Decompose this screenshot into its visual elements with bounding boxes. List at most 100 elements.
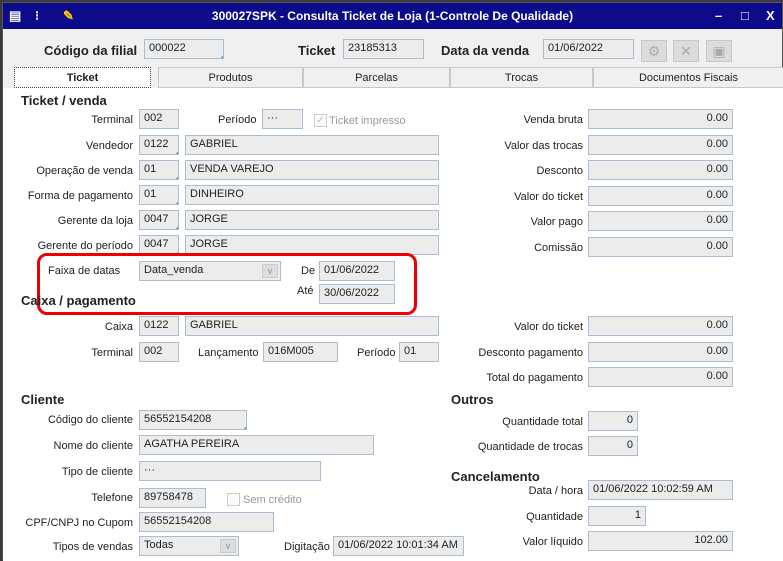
cancel-qtd-input[interactable]: 1 (588, 506, 646, 526)
cpf-label: CPF/CNPJ no Cupom (25, 517, 133, 529)
code-input[interactable]: 0047 (139, 235, 179, 255)
valor-liquido-label: Valor líquido (522, 536, 583, 548)
tipos-vendas-label: Tipos de vendas (52, 541, 133, 553)
tab-documentos-fiscais[interactable]: Documentos Fiscais (593, 67, 783, 88)
caixa-terminal-label: Terminal (91, 347, 133, 359)
digitacao-label: Digitação (284, 541, 330, 553)
field-label: Forma de pagamento (27, 190, 133, 202)
code-input[interactable]: 0122 (139, 135, 179, 155)
tipos-vendas-select[interactable]: Todas ∨ (139, 536, 239, 556)
valor-label: Valor do ticket (514, 190, 583, 203)
cancel-button[interactable]: ✕ (673, 40, 699, 62)
ticket-impresso-label: Ticket impresso (329, 115, 406, 127)
caixa-code-input[interactable]: 0122 (139, 316, 179, 336)
pagamento-input[interactable]: 0.00 (588, 341, 733, 362)
codigo-cliente-input[interactable]: 56552154208 (139, 410, 247, 430)
cancel-data-input[interactable]: 01/06/2022 10:02:59 AM (588, 480, 733, 500)
section-cliente: Cliente (21, 392, 65, 407)
name-input[interactable]: VENDA VAREJO (185, 160, 439, 180)
qtd-trocas-label: Quantidade de trocas (477, 441, 583, 453)
ticket-input[interactable]: 23185313 (343, 39, 424, 59)
section-ticket-venda: Ticket / venda (21, 93, 107, 108)
save-button[interactable]: ▣ (706, 40, 732, 62)
valor-label: Venda bruta (523, 114, 583, 126)
sem-credito-checkbox[interactable] (227, 493, 240, 506)
window-title: 300027SPK - Consulta Ticket de Loja (1-C… (211, 9, 574, 23)
field-label: Vendedor (85, 140, 133, 152)
section-caixa: Caixa / pagamento (21, 293, 136, 308)
cpf-input[interactable]: 56552154208 (139, 512, 274, 532)
valor-label: Valor pago (530, 216, 583, 228)
code-input[interactable]: 0047 (139, 210, 179, 230)
field-label: Gerente da loja (57, 215, 133, 227)
codigo-cliente-label: Código do cliente (47, 414, 133, 426)
periodo-label: Período (218, 114, 257, 126)
maximize-button[interactable]: □ (741, 8, 749, 23)
pagamento-input[interactable]: 0.00 (588, 367, 733, 387)
minimize-button[interactable]: – (715, 8, 722, 23)
lancamento-input[interactable]: 016M005 (263, 342, 338, 362)
nome-cliente-label: Nome do cliente (53, 440, 134, 452)
valor-input[interactable]: 0.00 (588, 211, 733, 231)
tipos-vendas-value: Todas (144, 539, 174, 551)
pagamento-label: Total do pagamento (486, 372, 583, 384)
valor-input[interactable]: 0.00 (588, 160, 733, 180)
caixa-periodo-label: Período (357, 347, 396, 359)
tab-produtos[interactable]: Produtos (158, 67, 303, 88)
telefone-label: Telefone (91, 492, 133, 504)
title-bar: ▤ ⁝ ✎ 300027SPK - Consulta Ticket de Loj… (3, 3, 782, 29)
pagamento-input[interactable]: 0.00 (588, 316, 733, 336)
tab-trocas[interactable]: Trocas (450, 67, 593, 88)
name-input[interactable]: GABRIEL (185, 135, 439, 155)
valor-label: Comissão (534, 241, 583, 254)
chevron-down-icon[interactable]: ∨ (220, 539, 236, 553)
valor-input[interactable]: 0.00 (588, 109, 733, 129)
filial-input[interactable]: 000022 (144, 39, 224, 59)
terminal-input[interactable]: 002 (139, 109, 179, 129)
caixa-label: Caixa (104, 321, 133, 333)
sem-credito-label: Sem crédito (243, 494, 302, 506)
name-input[interactable]: JORGE (185, 210, 439, 230)
lancamento-label: Lançamento (198, 347, 259, 359)
nome-cliente-input[interactable]: AGATHA PEREIRA (139, 435, 374, 455)
valor-input[interactable]: 0.00 (588, 185, 733, 206)
telefone-input[interactable]: 89758478 (139, 488, 206, 508)
tipo-cliente-label: Tipo de cliente (61, 466, 133, 478)
valor-liquido-input[interactable]: 102.00 (588, 531, 733, 551)
valor-input[interactable]: 0.00 (588, 134, 733, 155)
filial-label: Código da filial (44, 43, 138, 58)
search-button[interactable]: ⚙ (641, 40, 667, 62)
tab-ticket[interactable]: Ticket (14, 67, 151, 88)
field-label: Gerente do período (37, 240, 133, 252)
field-label: Operação de venda (36, 165, 133, 177)
terminal-label: Terminal (91, 114, 133, 126)
tab-parcelas[interactable]: Parcelas (303, 67, 450, 88)
close-button[interactable]: X (766, 8, 775, 23)
code-input[interactable]: 01 (139, 185, 179, 205)
qtd-total-input[interactable]: 0 (588, 411, 638, 431)
name-input[interactable]: JORGE (185, 235, 439, 255)
qtd-total-label: Quantidade total (502, 416, 583, 428)
cancel-qtd-label: Quantidade (526, 511, 583, 523)
data-venda-label: Data da venda (441, 43, 530, 58)
caixa-periodo-input[interactable]: 01 (399, 342, 439, 362)
valor-label: Desconto (536, 165, 583, 177)
cancel-data-label: Data / hora (528, 485, 583, 497)
section-cancelamento: Cancelamento (451, 469, 540, 484)
window: ▤ ⁝ ✎ 300027SPK - Consulta Ticket de Loj… (2, 2, 783, 561)
pagamento-label: Desconto pagamento (478, 346, 583, 359)
qtd-trocas-input[interactable]: 0 (588, 436, 638, 456)
data-venda-input[interactable]: 01/06/2022 (543, 39, 634, 59)
periodo-input[interactable]: ··· (262, 109, 303, 129)
section-outros: Outros (451, 392, 494, 407)
ticket-label: Ticket (298, 43, 336, 58)
caixa-terminal-input[interactable]: 002 (139, 342, 179, 362)
valor-label: Valor das trocas (504, 139, 583, 152)
name-input[interactable]: DINHEIRO (185, 185, 439, 205)
code-input[interactable]: 01 (139, 160, 179, 180)
tipo-cliente-input[interactable]: ··· (139, 461, 321, 481)
valor-input[interactable]: 0.00 (588, 236, 733, 257)
caixa-name-input[interactable]: GABRIEL (185, 316, 439, 336)
ticket-impresso-checkbox[interactable]: ✓ (314, 114, 327, 127)
pagamento-label: Valor do ticket (514, 321, 583, 333)
